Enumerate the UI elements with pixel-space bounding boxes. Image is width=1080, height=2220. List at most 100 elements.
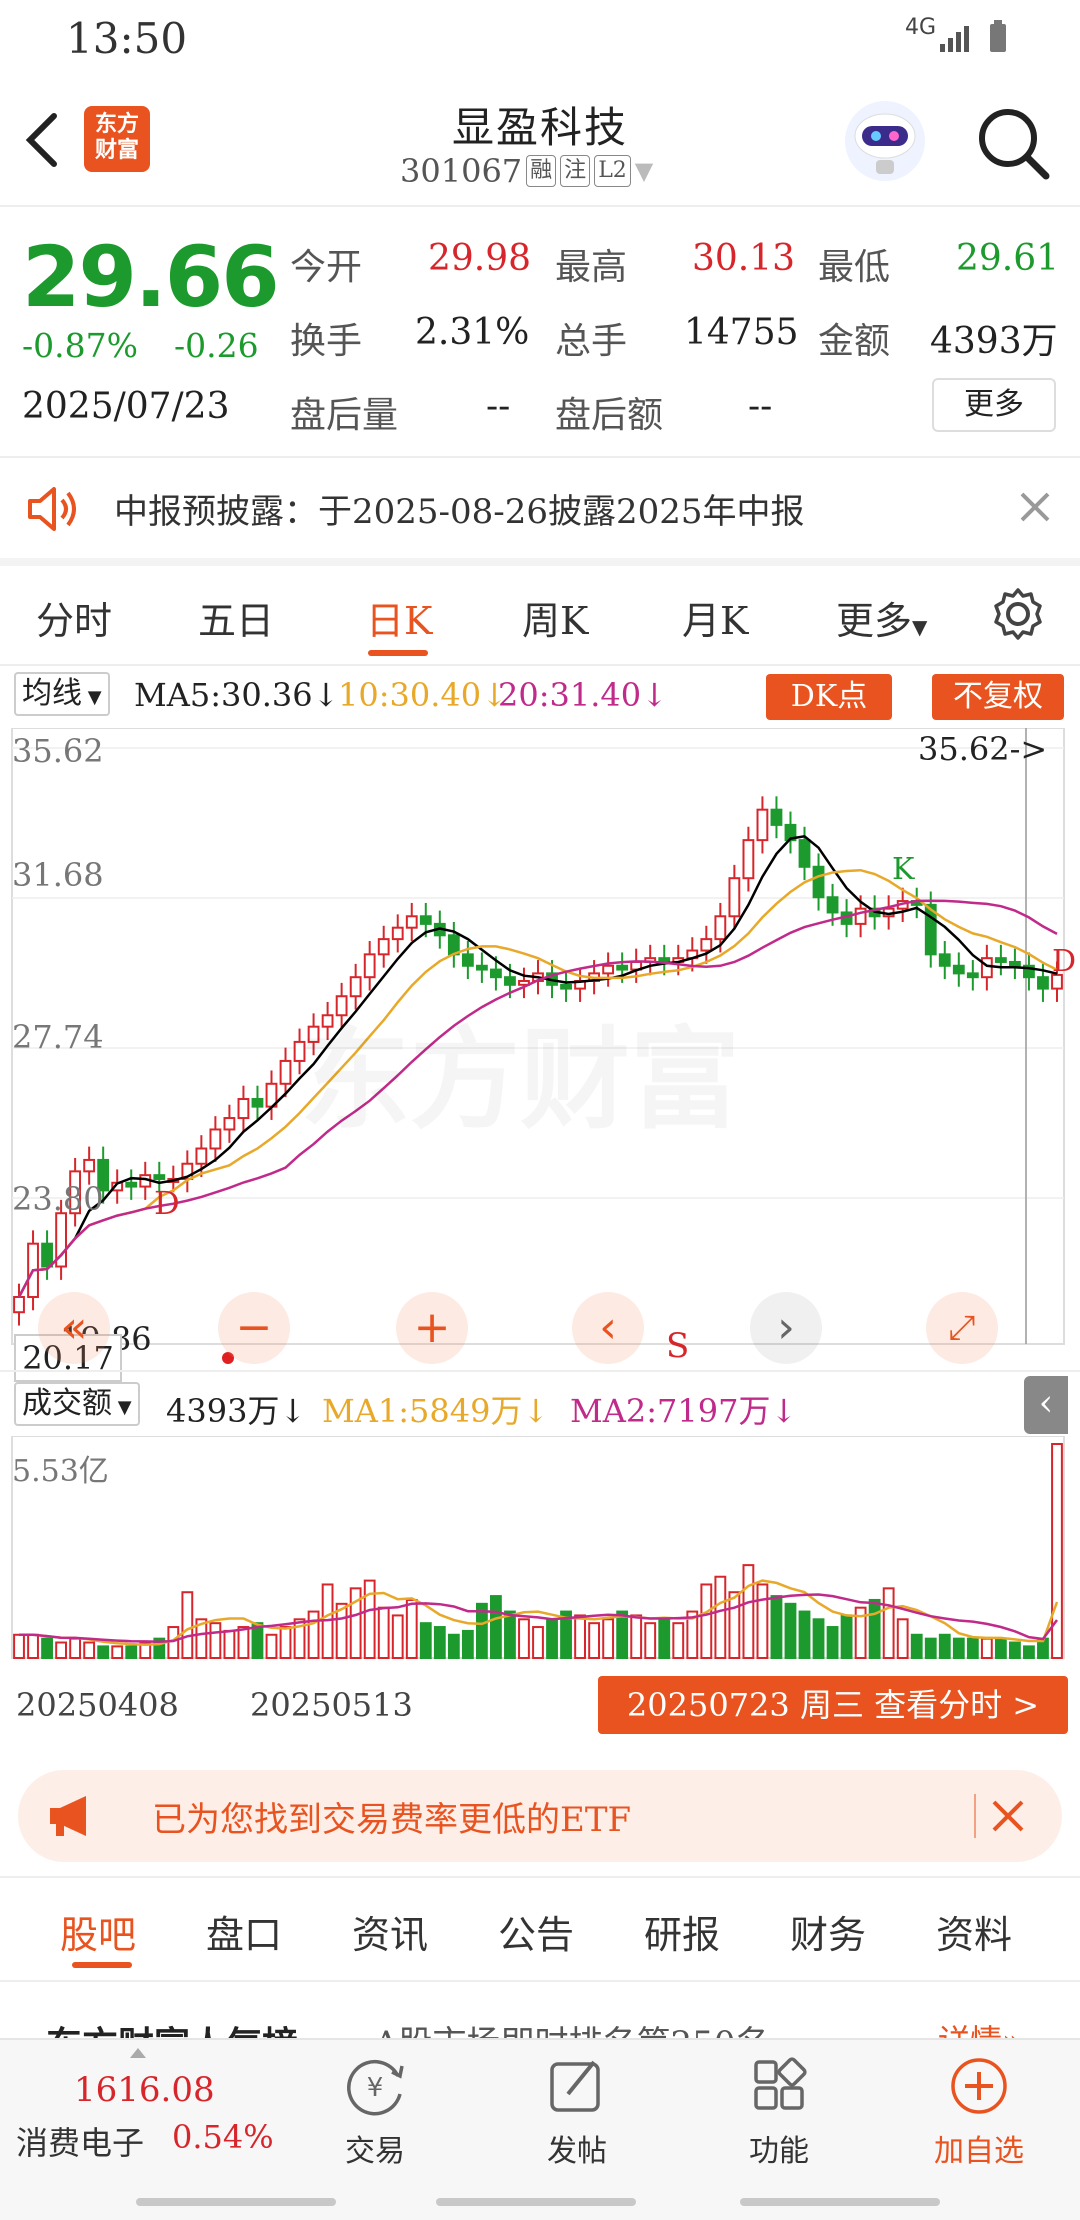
status-time: 13:50 <box>66 14 188 63</box>
dk-point-button[interactable]: DK点 <box>766 674 892 720</box>
volume-bar <box>518 1618 530 1659</box>
adjust-mode-button[interactable]: 不复权 <box>932 674 1064 720</box>
ma-selector[interactable]: 均线 ▼ <box>14 672 110 716</box>
signal-s: S <box>666 1326 690 1366</box>
nav-post[interactable]: 发帖 <box>532 2054 622 2170</box>
tab-guba[interactable]: 股吧 <box>60 1904 136 1959</box>
close-icon[interactable] <box>990 1798 1026 1834</box>
sector-index-value[interactable]: 1616.08 <box>74 2070 215 2110</box>
volume-bar <box>265 1633 278 1659</box>
more-quote-button[interactable]: 更多 <box>932 378 1056 432</box>
volume-bar <box>938 1633 951 1659</box>
tab-financials[interactable]: 财务 <box>790 1904 866 1959</box>
scroll-left-icon[interactable]: ‹ <box>572 1292 644 1364</box>
volume-ma1: MA1:5849万↓ <box>322 1392 550 1430</box>
volume-max-label: 5.53亿 <box>12 1454 109 1489</box>
candle-body <box>475 964 488 971</box>
volume-label: 总手 <box>555 321 628 362</box>
tab-intraday[interactable]: 分时 <box>36 590 112 645</box>
candle-body <box>195 1147 208 1165</box>
tab-research[interactable]: 研报 <box>644 1904 720 1959</box>
tab-profile[interactable]: 资料 <box>936 1904 1012 1959</box>
tab-weekly-k[interactable]: 周K <box>522 590 588 645</box>
fullscreen-icon[interactable]: ⤢ <box>926 1292 998 1364</box>
close-icon[interactable] <box>1018 490 1052 524</box>
candle-body <box>41 1242 53 1268</box>
collapse-panel-icon[interactable]: ‹ <box>1024 1376 1068 1434</box>
search-icon[interactable] <box>976 106 1052 182</box>
etf-banner[interactable]: 已为您找到交易费率更低的ETF <box>18 1770 1062 1862</box>
candle-body <box>714 915 727 941</box>
date-mid: 20250513 <box>250 1686 413 1724</box>
candle-body <box>279 1059 292 1085</box>
volume-bar <box>97 1645 110 1659</box>
volume-bar <box>714 1575 727 1659</box>
volume-indicator-selector[interactable]: 成交额 ▼ <box>14 1382 140 1426</box>
candle-body <box>826 896 839 914</box>
volume-bar <box>55 1641 68 1660</box>
nav-add-watchlist[interactable]: 加自选 <box>924 2054 1034 2170</box>
tab-more[interactable]: 更多▼ <box>836 590 927 645</box>
candle-body <box>209 1128 222 1150</box>
volume-bar <box>447 1633 460 1659</box>
volume-chart[interactable] <box>0 1436 1080 1672</box>
view-intraday-button[interactable]: 20250723 周三 查看分时 > <box>598 1676 1068 1734</box>
amount-label: 金额 <box>818 321 891 362</box>
stock-header: 东方 财富 显盈科技 301067 融 注 L2 ▼ <box>0 80 1080 205</box>
chevron-down-icon: ▼ <box>912 615 928 639</box>
volume-bar <box>461 1629 474 1659</box>
open-label: 今开 <box>290 247 363 288</box>
scroll-right-icon[interactable]: › <box>750 1292 822 1364</box>
change-percent: -0.87% <box>22 326 138 365</box>
robot-assistant-icon[interactable] <box>842 98 928 184</box>
sector-name[interactable]: 消费电子 <box>16 2118 144 2164</box>
nav-functions[interactable]: 功能 <box>734 2054 824 2170</box>
status-bar: 13:50 4G <box>0 0 1080 80</box>
volume-bar <box>433 1626 446 1660</box>
tab-five-day[interactable]: 五日 <box>198 590 274 645</box>
active-tab-indicator <box>72 1962 132 1968</box>
volume-bar <box>377 1606 390 1659</box>
post-icon <box>550 2060 600 2112</box>
signal-d-right: D <box>1052 944 1077 979</box>
zoom-out-icon[interactable]: − <box>218 1292 290 1364</box>
volume-bar <box>363 1579 376 1659</box>
margin-tag: 融 <box>526 155 557 187</box>
after-amount-label: 盘后额 <box>555 395 664 436</box>
volume-bar <box>798 1610 811 1660</box>
volume-bar <box>742 1564 755 1659</box>
volume-bar <box>181 1591 194 1659</box>
stock-code-row[interactable]: 301067 融 注 L2 ▼ <box>400 152 653 190</box>
rewind-icon[interactable]: « <box>38 1292 110 1364</box>
volume-ma2: MA2:7197万↓ <box>570 1392 798 1430</box>
tab-monthly-k[interactable]: 月K <box>682 590 748 645</box>
low-value: 29.61 <box>956 238 1060 279</box>
volume-bar <box>1023 1645 1035 1659</box>
signal-k: K <box>892 852 915 887</box>
high-value: 30.13 <box>692 238 796 279</box>
volume-bar <box>994 1637 1007 1660</box>
candle-body <box>1008 960 1021 967</box>
turnover-label: 换手 <box>290 321 363 362</box>
volume-bar <box>812 1618 825 1659</box>
volume-bar <box>770 1595 783 1659</box>
volume-bar <box>223 1629 236 1659</box>
tab-order-book[interactable]: 盘口 <box>206 1904 282 1959</box>
tab-daily-k[interactable]: 日K <box>366 590 432 645</box>
volume-bar <box>405 1598 418 1660</box>
grid-icon <box>754 2057 807 2110</box>
ma10-label: 10:30.40↓ <box>338 676 508 714</box>
chevron-down-icon: ▼ <box>634 157 654 185</box>
zoom-in-icon[interactable]: + <box>396 1292 468 1364</box>
candle-body <box>994 957 1007 963</box>
notice-bar[interactable]: 中报预披露：于2025-08-26披露2025年中报 <box>0 458 1080 558</box>
tab-announcements[interactable]: 公告 <box>498 1904 574 1959</box>
nav-trade[interactable]: ¥ 交易 <box>330 2054 420 2170</box>
candle-body <box>770 808 783 826</box>
volume-bar <box>1008 1641 1021 1660</box>
network-indicator: 4G <box>905 15 937 40</box>
candle-body <box>560 983 572 990</box>
gear-icon[interactable] <box>990 586 1046 642</box>
after-volume-label: 盘后量 <box>290 395 399 436</box>
tab-news[interactable]: 资讯 <box>352 1904 428 1959</box>
